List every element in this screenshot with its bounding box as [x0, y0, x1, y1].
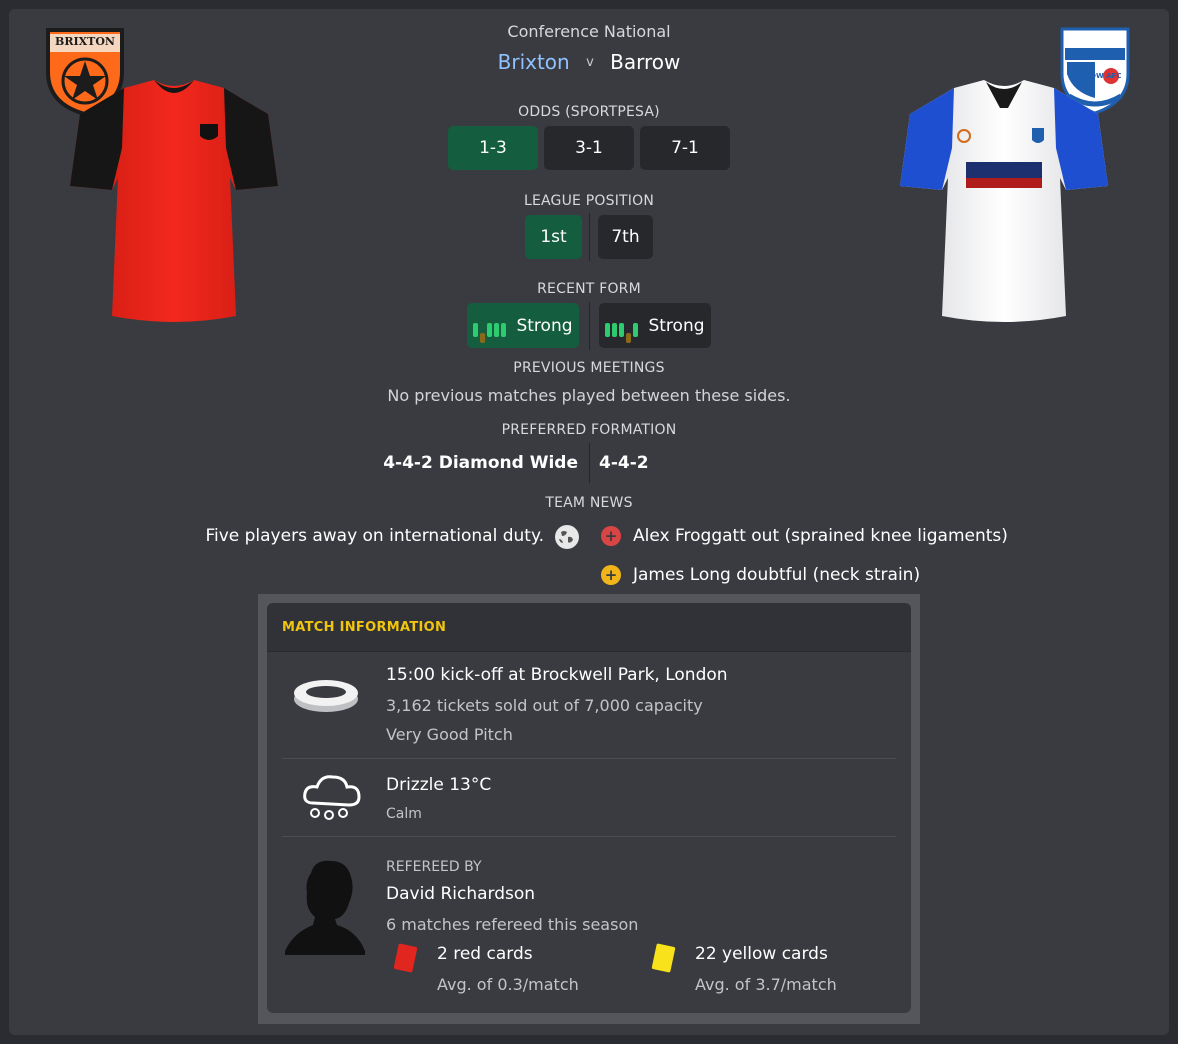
divider: [589, 213, 590, 261]
away-formation: 4-4-2: [599, 453, 649, 473]
away-team-news-item: James Long doubtful (neck strain): [633, 565, 921, 585]
red-cards-average: Avg. of 0.3/match: [437, 975, 579, 994]
away-team-link[interactable]: Barrow: [610, 50, 680, 74]
weather-text: Drizzle 13°C: [386, 775, 492, 795]
odds-home-button[interactable]: 1-3: [448, 126, 538, 170]
home-league-position: 1st: [525, 215, 582, 259]
home-team-news-item: Five players away on international duty.: [205, 526, 544, 546]
pitch-condition-text: Very Good Pitch: [386, 725, 513, 744]
yellow-cards-text: 22 yellow cards: [695, 944, 828, 964]
home-form-label: Strong: [516, 315, 573, 336]
versus-label: v: [586, 55, 594, 70]
match-information-header: MATCH INFORMATION: [267, 603, 911, 652]
divider: [589, 443, 590, 483]
away-team-news-item: Alex Froggatt out (sprained knee ligamen…: [633, 526, 1008, 546]
referee-matches-text: 6 matches refereed this season: [386, 915, 639, 934]
team-news-heading: TEAM NEWS: [545, 495, 633, 511]
globe-icon[interactable]: [555, 525, 579, 549]
red-card-icon: [393, 943, 418, 973]
previous-meetings-heading: PREVIOUS MEETINGS: [513, 360, 665, 376]
away-form-label: Strong: [648, 315, 705, 336]
odds-heading: ODDS (SPORTPESA): [518, 104, 660, 120]
match-information-title: MATCH INFORMATION: [282, 620, 447, 635]
referee-name-link[interactable]: David Richardson: [386, 884, 535, 904]
away-league-position: 7th: [598, 215, 653, 259]
away-form-badge[interactable]: Strong: [599, 303, 711, 348]
competition-name: Conference National: [507, 22, 671, 41]
odds-away-button[interactable]: 7-1: [640, 126, 730, 170]
stadium-icon: [294, 680, 358, 712]
preferred-formation-heading: PREFERRED FORMATION: [501, 422, 677, 438]
venue-kickoff-text: 15:00 kick-off at Brockwell Park, London: [386, 665, 728, 685]
doubtful-icon[interactable]: +: [601, 565, 621, 585]
refereed-by-label: REFEREED BY: [386, 859, 482, 875]
red-cards-text: 2 red cards: [437, 944, 533, 964]
home-form-badge[interactable]: Strong: [467, 303, 579, 348]
yellow-card-icon: [651, 943, 676, 973]
recent-form-heading: RECENT FORM: [537, 281, 641, 297]
away-form-bars-icon: [605, 315, 640, 343]
tickets-text: 3,162 tickets sold out of 7,000 capacity: [386, 696, 703, 715]
home-formation: 4-4-2 Diamond Wide: [383, 453, 578, 473]
referee-silhouette-avatar[interactable]: [285, 859, 367, 955]
divider: [282, 836, 896, 837]
divider: [589, 302, 590, 350]
match-information-frame: MATCH INFORMATION 15:00 kick-off at Broc…: [258, 594, 920, 1024]
divider: [282, 758, 896, 759]
previous-meetings-text: No previous matches played between these…: [387, 386, 791, 405]
yellow-cards-average: Avg. of 3.7/match: [695, 975, 837, 994]
home-team-link[interactable]: Brixton: [498, 50, 570, 74]
injury-out-icon[interactable]: +: [601, 526, 621, 546]
cloud-drizzle-icon: [303, 775, 361, 820]
fixture-title: Brixton v Barrow: [0, 50, 1178, 74]
league-position-heading: LEAGUE POSITION: [523, 193, 655, 209]
home-form-bars-icon: [473, 315, 508, 343]
match-information-card: MATCH INFORMATION 15:00 kick-off at Broc…: [267, 603, 911, 1013]
wind-text: Calm: [386, 806, 422, 822]
odds-draw-button[interactable]: 3-1: [544, 126, 634, 170]
